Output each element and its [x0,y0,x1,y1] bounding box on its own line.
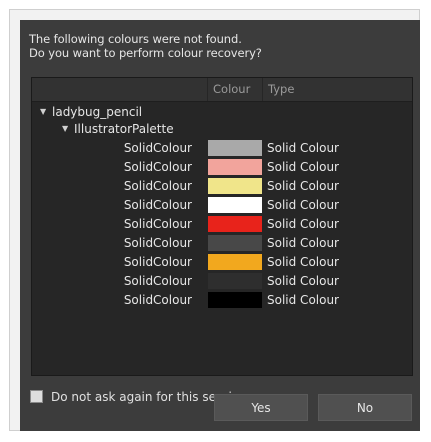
message-line-2: Do you want to perform colour recovery? [29,46,262,60]
colour-row[interactable]: SolidColour Solid Colour [32,215,412,234]
colour-swatch [208,254,262,270]
colour-row-name: SolidColour [123,198,192,212]
colour-swatch [208,216,262,232]
colour-row[interactable]: SolidColour Solid Colour [32,234,412,253]
colour-row[interactable]: SolidColour Solid Colour [32,291,412,310]
colour-row-name: SolidColour [123,217,192,231]
colour-swatch [208,140,262,156]
expand-arrow-icon[interactable]: ▼ [40,104,52,120]
colour-row[interactable]: SolidColour Solid Colour [32,139,412,158]
colour-row-name: SolidColour [123,141,192,155]
colour-row-type: Solid Colour [267,179,339,193]
colour-recovery-dialog: The following colours were not found. Do… [20,20,420,431]
colour-row-type: Solid Colour [267,160,339,174]
expand-arrow-icon[interactable]: ▼ [62,121,74,137]
palette-label: IllustratorPalette [74,122,174,136]
colour-row-name: SolidColour [123,236,192,250]
colour-row-type: Solid Colour [267,236,339,250]
tree-node-palette[interactable]: ▼ IllustratorPalette [62,121,174,137]
message-line-1: The following colours were not found. [29,32,242,46]
column-header-colour[interactable]: Colour [207,78,262,101]
colour-row-name: SolidColour [123,274,192,288]
dialog-message: The following colours were not found. Do… [29,32,262,60]
tree-header: Colour Type [32,78,412,102]
colour-row[interactable]: SolidColour Solid Colour [32,196,412,215]
yes-button[interactable]: Yes [214,394,308,421]
colour-swatch [208,178,262,194]
colour-row[interactable]: SolidColour Solid Colour [32,158,412,177]
colour-tree-view[interactable]: Colour Type ▼ ladybug_pencil ▼ Illustrator… [31,77,413,376]
colour-swatch [208,273,262,289]
column-header-type[interactable]: Type [262,78,412,101]
colour-swatch [208,235,262,251]
colour-swatch [208,292,262,308]
colour-row[interactable]: SolidColour Solid Colour [32,177,412,196]
colour-row-type: Solid Colour [267,141,339,155]
colour-row-type: Solid Colour [267,217,339,231]
colour-row[interactable]: SolidColour Solid Colour [32,253,412,272]
colour-swatch [208,159,262,175]
colour-row-type: Solid Colour [267,274,339,288]
colour-row[interactable]: SolidColour Solid Colour [32,272,412,291]
colour-row-type: Solid Colour [267,293,339,307]
colour-swatch [208,197,262,213]
no-button[interactable]: No [318,394,412,421]
colour-row-name: SolidColour [123,179,192,193]
root-label: ladybug_pencil [52,105,143,119]
dont-ask-again-checkbox[interactable] [30,390,43,403]
colour-row-name: SolidColour [123,255,192,269]
colour-row-type: Solid Colour [267,198,339,212]
colour-row-name: SolidColour [123,160,192,174]
colour-row-type: Solid Colour [267,255,339,269]
column-header-name[interactable] [32,78,207,101]
tree-node-root[interactable]: ▼ ladybug_pencil [40,104,142,120]
colour-row-name: SolidColour [123,293,192,307]
